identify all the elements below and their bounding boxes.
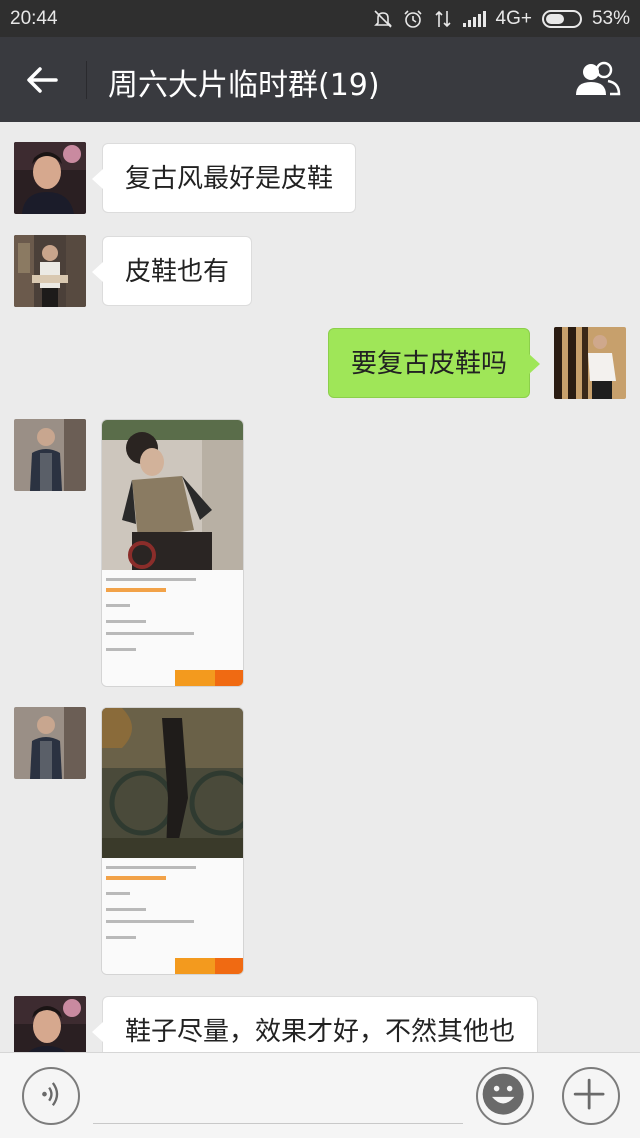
chat-message-list[interactable]: 复古风最好是皮鞋 皮鞋也有 要复古皮鞋吗 鞋子尽量，效果才好，不然其他也 <box>0 122 640 1052</box>
avatar-self[interactable] <box>554 327 626 399</box>
voice-button[interactable] <box>22 1067 80 1125</box>
network-type: 4G+ <box>495 8 532 29</box>
image-screenshot-panel <box>102 570 243 686</box>
status-bar: 20:44 4G+ 53% <box>0 0 640 37</box>
message-text: 鞋子尽量，效果才好，不然其他也 <box>125 1017 516 1047</box>
chat-title: 周六大片临时群(19) <box>108 68 380 103</box>
more-button[interactable] <box>562 1067 620 1125</box>
back-arrow-icon <box>27 67 58 93</box>
message-image <box>102 708 243 858</box>
battery-percent: 53% <box>591 8 630 29</box>
status-icons: 4G+ 53% <box>373 8 630 30</box>
user-avatar-photo <box>14 996 86 1052</box>
user-avatar-photo <box>554 327 626 399</box>
user-avatar-photo <box>14 419 86 491</box>
data-transfer-icon <box>434 10 451 28</box>
battery-icon <box>541 10 582 28</box>
avatar[interactable] <box>14 235 86 307</box>
alarm-icon <box>403 10 422 28</box>
user-avatar-photo <box>14 235 86 307</box>
avatar[interactable] <box>14 142 86 214</box>
status-time: 20:44 <box>10 8 58 29</box>
message-text: 要复古皮鞋吗 <box>351 349 508 379</box>
avatar[interactable] <box>14 419 86 491</box>
image-screenshot-panel <box>102 858 243 974</box>
emoji-icon <box>482 1073 524 1115</box>
avatar[interactable] <box>14 707 86 779</box>
signal-icon <box>462 11 486 27</box>
input-underline <box>93 1123 463 1124</box>
message-bubble[interactable]: 皮鞋也有 <box>91 236 253 306</box>
input-bar <box>0 1052 640 1138</box>
message-image <box>102 420 243 570</box>
emoji-button[interactable] <box>476 1067 534 1125</box>
image-message[interactable] <box>101 707 244 975</box>
group-info-button[interactable] <box>572 59 622 101</box>
group-members-icon <box>576 61 621 96</box>
mute-icon <box>373 10 392 28</box>
image-message[interactable] <box>101 419 244 687</box>
message-bubble[interactable]: 复古风最好是皮鞋 <box>91 143 357 213</box>
message-bubble[interactable]: 鞋子尽量，效果才好，不然其他也 <box>91 996 539 1052</box>
plus-icon <box>573 1078 605 1110</box>
message-text: 皮鞋也有 <box>125 257 230 287</box>
back-button[interactable] <box>18 59 68 101</box>
avatar[interactable] <box>14 996 86 1052</box>
chat-header: 周六大片临时群(19) <box>0 37 640 122</box>
user-avatar-photo <box>14 707 86 779</box>
user-avatar-photo <box>14 142 86 214</box>
message-text: 复古风最好是皮鞋 <box>125 164 334 194</box>
voice-icon <box>42 1082 59 1107</box>
header-divider <box>86 61 87 99</box>
message-input[interactable] <box>93 1071 463 1121</box>
message-bubble-sent[interactable]: 要复古皮鞋吗 <box>328 328 541 398</box>
